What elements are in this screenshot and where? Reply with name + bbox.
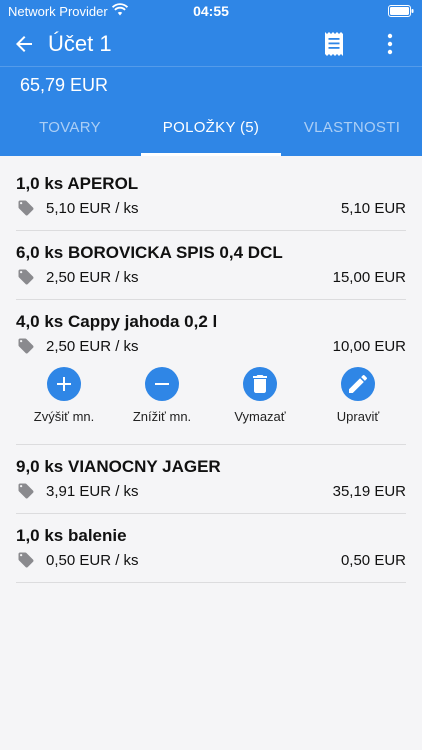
increase-button-circle[interactable] <box>47 367 81 401</box>
item-name: 1,0 ks APEROL <box>16 174 139 193</box>
decrease-quantity-button[interactable]: Znížiť mn. <box>114 367 210 424</box>
item-total: 5,10 EUR <box>340 200 406 217</box>
delete-label: Vymazať <box>234 409 286 424</box>
decrease-label: Znížiť mn. <box>132 409 192 424</box>
item-actions: Zvýšiť mn. Znížiť mn. Vymazať Upraviť <box>16 367 406 437</box>
total-amount-bar: 65,79 EUR <box>0 66 422 106</box>
price-tag-icon <box>18 483 34 499</box>
edit-label: Upraviť <box>336 409 380 424</box>
item-name: 1,0 ks balenie <box>16 526 127 545</box>
item-unit-price: 3,91 EUR / ks <box>46 483 139 500</box>
back-arrow-icon[interactable] <box>12 32 36 56</box>
clock: 04:55 <box>193 3 229 19</box>
edit-button[interactable]: Upraviť <box>310 367 406 424</box>
trash-icon <box>253 375 267 393</box>
minus-icon <box>155 383 169 385</box>
more-vert-icon[interactable] <box>378 31 402 57</box>
item-unit-price: 0,50 EUR / ks <box>46 552 139 569</box>
plus-icon <box>57 377 71 391</box>
items-list: 1,0 ks APEROL 5,10 EUR / ks 5,10 EUR 6,0… <box>0 156 422 583</box>
battery-icon <box>388 5 414 17</box>
increase-label: Zvýšiť mn. <box>33 409 95 424</box>
price-tag-icon <box>18 338 34 354</box>
list-item[interactable]: 9,0 ks VIANOCNY JAGER 3,91 EUR / ks 35,1… <box>16 445 406 514</box>
item-name: 4,0 ks Cappy jahoda 0,2 l <box>16 312 218 331</box>
item-name: 6,0 ks BOROVICKA SPIS 0,4 DCL <box>16 243 283 262</box>
edit-button-circle[interactable] <box>341 367 375 401</box>
item-unit-price: 5,10 EUR / ks <box>46 200 139 217</box>
status-bar: Network Provider 04:55 <box>0 0 422 22</box>
tab-polozky[interactable]: POLOŽKY (5) <box>141 106 281 156</box>
item-total: 15,00 EUR <box>332 269 406 286</box>
tab-bar: TOVARY POLOŽKY (5) VLASTNOSTI <box>0 106 422 156</box>
pencil-icon <box>349 374 368 393</box>
delete-button[interactable]: Vymazať <box>212 367 308 424</box>
item-unit-price: 2,50 EUR / ks <box>46 338 139 355</box>
item-total: 0,50 EUR <box>340 552 406 569</box>
price-tag-icon <box>18 269 34 285</box>
list-item-expanded[interactable]: 4,0 ks Cappy jahoda 0,2 l 2,50 EUR / ks … <box>16 300 406 445</box>
page-title: Účet 1 <box>48 31 112 56</box>
list-item[interactable]: 6,0 ks BOROVICKA SPIS 0,4 DCL 2,50 EUR /… <box>16 231 406 300</box>
item-total: 35,19 EUR <box>332 483 406 500</box>
price-tag-icon <box>18 552 34 568</box>
receipt-icon[interactable] <box>322 31 346 57</box>
item-total: 10,00 EUR <box>332 338 406 355</box>
app-bar: Účet 1 <box>0 22 422 66</box>
list-item[interactable]: 1,0 ks balenie 0,50 EUR / ks 0,50 EUR <box>16 514 406 583</box>
item-unit-price: 2,50 EUR / ks <box>46 269 139 286</box>
item-name: 9,0 ks VIANOCNY JAGER <box>16 457 221 476</box>
increase-quantity-button[interactable]: Zvýšiť mn. <box>16 367 112 424</box>
tab-tovary[interactable]: TOVARY <box>0 106 140 156</box>
tab-vlastnosti[interactable]: VLASTNOSTI <box>282 106 422 156</box>
total-amount: 65,79 EUR <box>20 75 109 95</box>
price-tag-icon <box>18 200 34 216</box>
list-item[interactable]: 1,0 ks APEROL 5,10 EUR / ks 5,10 EUR <box>16 156 406 231</box>
delete-button-circle[interactable] <box>243 367 277 401</box>
decrease-button-circle[interactable] <box>145 367 179 401</box>
